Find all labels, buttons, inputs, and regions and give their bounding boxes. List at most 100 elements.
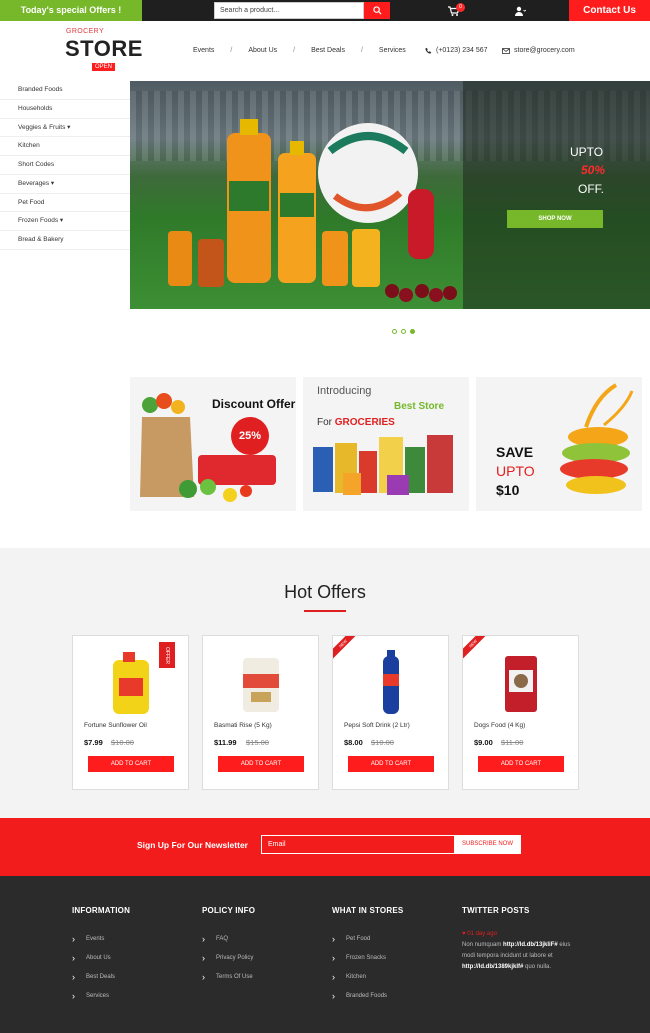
- mail-icon: [502, 47, 510, 54]
- newsletter-email-input[interactable]: Email: [261, 835, 455, 854]
- promo-best-store[interactable]: Introducing Best Store For GROCERIES: [303, 377, 469, 511]
- nav-about-us[interactable]: About Us: [248, 47, 277, 54]
- product-old-price: $15.00: [246, 738, 269, 747]
- chevron-right-icon: ›: [72, 971, 75, 982]
- footer-link-about-us[interactable]: › About Us: [72, 948, 130, 967]
- footer-link-frozen-snacks[interactable]: › Frozen Snacks: [332, 948, 403, 967]
- special-offers-link[interactable]: Today's special Offers !: [0, 0, 142, 21]
- sidebar-item-short-codes[interactable]: Short Codes: [0, 156, 130, 175]
- sidebar-item-veggies-fruits[interactable]: Veggies & Fruits ▾: [0, 119, 130, 138]
- hero-offer-overlay: [463, 81, 650, 309]
- footer-link-label: Best Deals: [86, 973, 116, 980]
- shop-now-button[interactable]: SHOP NOW: [507, 210, 603, 228]
- nav-events[interactable]: Events: [193, 47, 214, 54]
- product-name[interactable]: Basmati Rise (5 Kg): [214, 722, 272, 729]
- footer-link-privacy-policy[interactable]: › Privacy Policy: [202, 948, 255, 967]
- product-image-oil[interactable]: [93, 648, 169, 716]
- footer-link-best-deals[interactable]: › Best Deals: [72, 967, 130, 986]
- sidebar-item-kitchen[interactable]: Kitchen: [0, 137, 130, 156]
- footer-link-label: Terms Of Use: [216, 973, 253, 980]
- sidebar-item-frozen-foods[interactable]: Frozen Foods ▾: [0, 212, 130, 231]
- nav-best-deals[interactable]: Best Deals: [311, 47, 345, 54]
- nav-separator: /: [293, 47, 296, 54]
- footer-heading: TWITTER POSTS: [462, 906, 530, 915]
- tweet-text: quo nulla.: [525, 964, 552, 970]
- footer-link-label: FAQ: [216, 935, 229, 942]
- cart-count-badge: 0: [456, 3, 465, 12]
- nav-services[interactable]: Services: [379, 47, 406, 54]
- search-button[interactable]: [364, 2, 390, 19]
- nav-separator: /: [360, 47, 363, 54]
- sidebar-item-pet-food[interactable]: Pet Food: [0, 194, 130, 213]
- sidebar-item-bread-bakery[interactable]: Bread & Bakery: [0, 231, 130, 250]
- product-image-dog-food[interactable]: [483, 648, 559, 716]
- grocery-packages-image: [313, 435, 453, 495]
- footer-link-label: Pet Food: [346, 935, 371, 942]
- tweet-text: Non numquam: [462, 942, 502, 948]
- product-price: $9.00: [474, 738, 493, 747]
- carousel-dot-2[interactable]: [401, 329, 406, 334]
- site-footer: INFORMATION › Events › About Us › Best Deal…: [0, 876, 650, 1033]
- tweet-time: 01 day ago: [467, 931, 497, 937]
- product-old-price: $10.00: [111, 738, 134, 747]
- chevron-right-icon: ›: [332, 933, 335, 944]
- footer-link-label: Kitchen: [346, 973, 367, 980]
- nav-separator: /: [230, 47, 233, 54]
- hero-upto-text: UPTO: [570, 145, 604, 159]
- phone-icon: [425, 47, 432, 54]
- sidebar-item-beverages[interactable]: Beverages ▾: [0, 175, 130, 194]
- footer-link-terms[interactable]: › Terms Of Use: [202, 967, 255, 986]
- footer-link-services[interactable]: › Services: [72, 986, 130, 1005]
- add-to-cart-button[interactable]: ADD TO CART: [348, 756, 434, 772]
- tweet-link[interactable]: http://ld.db/1389kjklf#: [462, 964, 523, 970]
- product-price: $8.00: [344, 738, 363, 747]
- product-image-pepsi[interactable]: [353, 648, 429, 716]
- chevron-right-icon: ›: [72, 990, 75, 1001]
- footer-link-events[interactable]: › Events: [72, 929, 130, 948]
- email-address[interactable]: store@grocery.com: [514, 47, 575, 54]
- product-old-price: $10.00: [371, 738, 394, 747]
- contact-us-button[interactable]: Contact Us: [569, 0, 650, 21]
- save-upto-text: UPTO: [496, 463, 535, 479]
- footer-link-label: About Us: [86, 954, 111, 961]
- chevron-right-icon: ›: [202, 952, 205, 963]
- user-icon[interactable]: [514, 5, 526, 17]
- product-name[interactable]: Pepsi Soft Drink (2 Ltr): [344, 722, 410, 729]
- promo-discount-offer[interactable]: Discount Offer 25%: [130, 377, 296, 511]
- product-card: NEW Dogs Food (4 Kg) $9.00 $11.00 ADD TO…: [462, 635, 579, 790]
- footer-link-faq[interactable]: › FAQ: [202, 929, 255, 948]
- footer-policy: POLICY INFO › FAQ › Privacy Policy › Terms …: [202, 906, 255, 986]
- logo-subtitle[interactable]: GROCERY: [66, 28, 104, 35]
- newsletter-bar: Sign Up For Our Newsletter Email SUBSCRI…: [0, 818, 650, 876]
- tweet-link[interactable]: http://ld.db/13jkliF#: [503, 942, 558, 948]
- discount-badge: 25%: [231, 417, 269, 455]
- logo[interactable]: STORE: [65, 36, 143, 62]
- carousel-dots: [392, 329, 415, 334]
- search-icon: [372, 6, 382, 15]
- add-to-cart-button[interactable]: ADD TO CART: [218, 756, 304, 772]
- add-to-cart-button[interactable]: ADD TO CART: [88, 756, 174, 772]
- product-price: $11.99: [214, 738, 237, 747]
- search-input[interactable]: Search a product...: [214, 2, 364, 19]
- footer-heading: INFORMATION: [72, 906, 131, 915]
- subscribe-button[interactable]: SUBSCRIBE NOW: [454, 835, 521, 854]
- product-name[interactable]: Dogs Food (4 Kg): [474, 722, 525, 729]
- footer-link-kitchen[interactable]: › Kitchen: [332, 967, 403, 986]
- hero-banner: [130, 81, 650, 309]
- sidebar-item-branded-foods[interactable]: Branded Foods: [0, 81, 130, 100]
- add-to-cart-button[interactable]: ADD TO CART: [478, 756, 564, 772]
- product-card: Basmati Rise (5 Kg) $11.99 $15.00 ADD TO…: [202, 635, 319, 790]
- footer-link-pet-food[interactable]: › Pet Food: [332, 929, 403, 948]
- site-header: GROCERY STORE OPEN Events / About Us / B…: [0, 21, 650, 81]
- phone-contact: (+0123) 234 567: [425, 47, 488, 54]
- carousel-dot-1[interactable]: [392, 329, 397, 334]
- product-name[interactable]: Fortune Sunflower Oil: [84, 722, 147, 729]
- carousel-dot-3[interactable]: [410, 329, 415, 334]
- footer-link-label: Services: [86, 992, 110, 999]
- footer-heading: POLICY INFO: [202, 906, 256, 915]
- promo-save-ten[interactable]: SAVE UPTO $10: [476, 377, 642, 511]
- sidebar-item-households[interactable]: Households: [0, 100, 130, 119]
- main-nav: Events / About Us / Best Deals / Service…: [193, 47, 406, 54]
- product-image-rice[interactable]: [223, 648, 299, 716]
- footer-link-branded-foods[interactable]: › Branded Foods: [332, 986, 403, 1005]
